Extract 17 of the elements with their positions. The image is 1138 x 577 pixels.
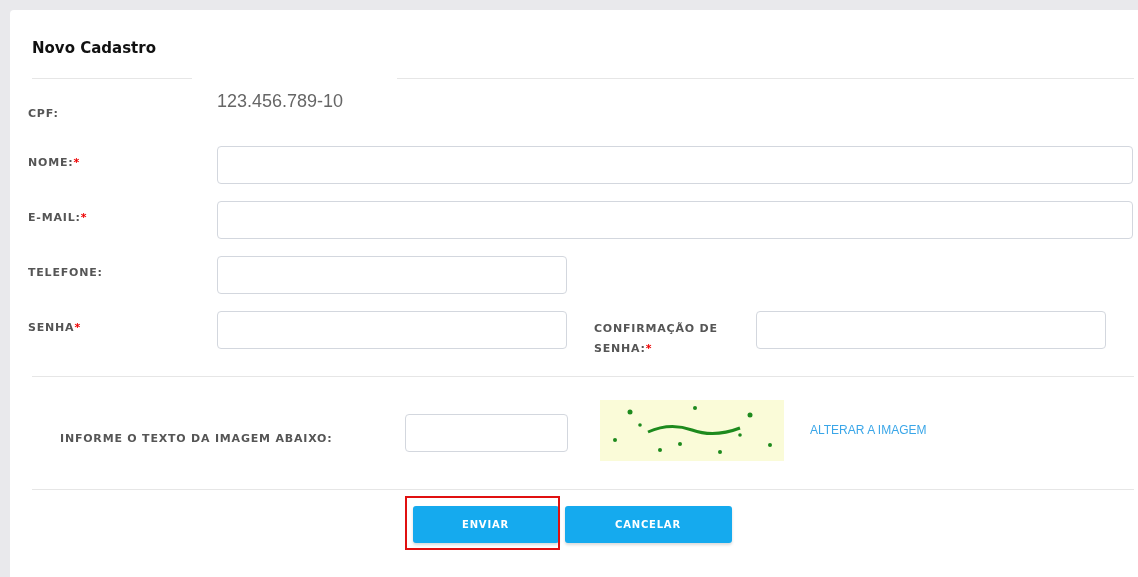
change-image-link[interactable]: ALTERAR A IMAGEM	[810, 423, 927, 437]
input-field[interactable]	[217, 311, 567, 349]
field-label: E-MAIL:*	[28, 210, 89, 224]
field-label: NOME:*	[28, 155, 81, 169]
captcha-label: INFORME O TEXTO DA IMAGEM ABAIXO:	[59, 430, 334, 445]
field-label: SENHA*	[28, 320, 82, 334]
field-label: TELEFONE:	[28, 265, 104, 279]
captcha-field[interactable]	[405, 414, 568, 452]
cpf-value: 123.456.789-10	[217, 90, 344, 112]
input-field[interactable]	[217, 201, 1133, 239]
input-field[interactable]	[217, 146, 1133, 184]
input-field[interactable]	[217, 256, 567, 294]
form-button[interactable]: ENVIAR	[412, 506, 559, 543]
field-label: CONFIRMAÇÃO DE SENHA:*	[594, 321, 719, 357]
field-label: CPF:	[28, 106, 60, 120]
form-button[interactable]: CANCELAR	[564, 506, 732, 543]
input-field[interactable]	[756, 311, 1106, 349]
